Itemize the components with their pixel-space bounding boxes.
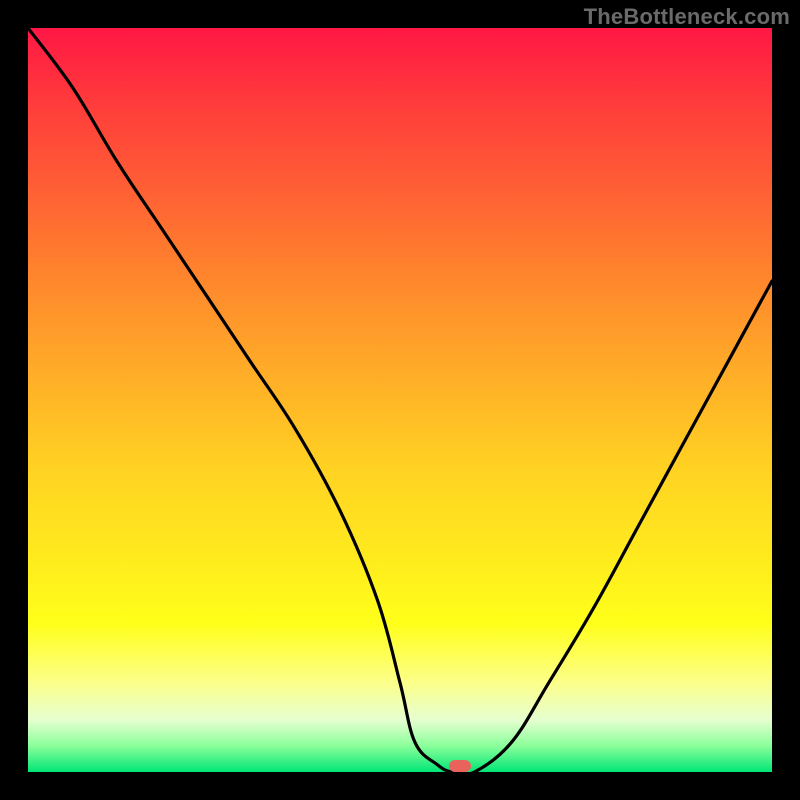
bottleneck-curve <box>28 28 772 772</box>
watermark-text: TheBottleneck.com <box>584 4 790 30</box>
curve-path <box>28 28 772 772</box>
optimal-marker <box>449 760 471 772</box>
chart-frame: TheBottleneck.com <box>0 0 800 800</box>
plot-area <box>28 28 772 772</box>
